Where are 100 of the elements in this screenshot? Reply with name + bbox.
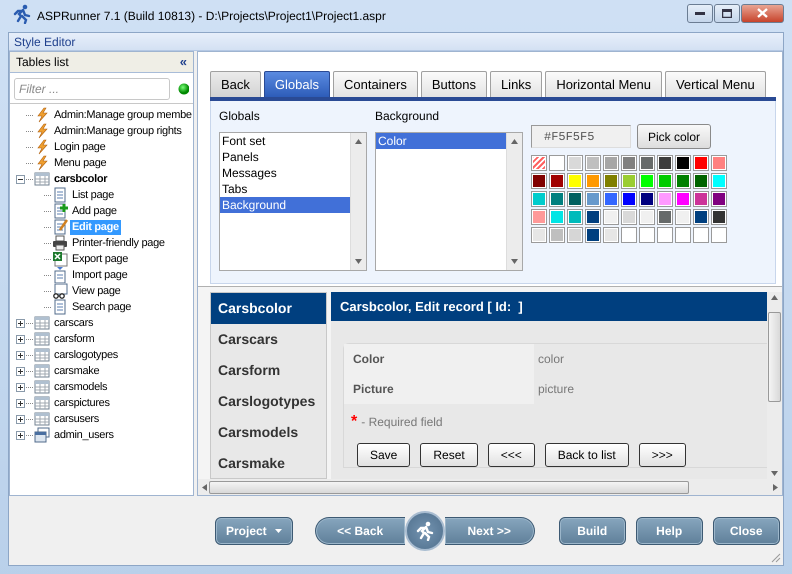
color-swatch[interactable]: [711, 191, 727, 207]
menu-item[interactable]: Carslogotypes: [211, 386, 326, 417]
tree-item[interactable]: Import page: [70, 268, 130, 282]
color-swatch[interactable]: [567, 227, 583, 243]
color-swatch[interactable]: [567, 209, 583, 225]
list-item[interactable]: Font set: [220, 133, 350, 149]
color-swatch[interactable]: [657, 173, 673, 189]
color-swatch[interactable]: [675, 173, 691, 189]
color-swatch[interactable]: [585, 155, 601, 171]
color-swatch[interactable]: [621, 227, 637, 243]
color-swatch[interactable]: [585, 191, 601, 207]
scroll-bar[interactable]: [767, 292, 782, 479]
color-swatch[interactable]: [531, 227, 547, 243]
expand-icon[interactable]: [16, 350, 25, 360]
color-swatch[interactable]: [549, 191, 565, 207]
color-swatch[interactable]: [567, 155, 583, 171]
tab[interactable]: Buttons: [420, 71, 487, 97]
tab[interactable]: Containers: [332, 71, 418, 97]
menu-item[interactable]: Carsmake: [211, 448, 326, 478]
tab[interactable]: Back: [210, 71, 261, 97]
color-swatch[interactable]: [603, 209, 619, 225]
transparent-swatch[interactable]: [531, 155, 547, 171]
color-swatch[interactable]: [549, 209, 565, 225]
tab[interactable]: Globals: [264, 71, 330, 97]
expand-icon[interactable]: [16, 398, 25, 408]
scroll-left-icon[interactable]: [202, 484, 207, 490]
tree-item[interactable]: Admin:Manage group rights: [52, 124, 184, 138]
expand-icon[interactable]: [16, 430, 25, 440]
color-swatch[interactable]: [711, 227, 727, 243]
color-swatch[interactable]: [621, 155, 637, 171]
color-swatch[interactable]: [675, 227, 691, 243]
expand-icon[interactable]: [16, 414, 25, 424]
globals-list[interactable]: Font set Panels Messages Tabs Background: [219, 132, 367, 271]
color-swatch[interactable]: [675, 191, 691, 207]
menu-item[interactable]: Carsmodels: [211, 417, 326, 448]
menu-item[interactable]: Carsform: [211, 355, 326, 386]
list-item[interactable]: Messages: [220, 165, 350, 181]
color-swatch[interactable]: [639, 209, 655, 225]
scroll-bar[interactable]: [350, 133, 366, 270]
color-swatch[interactable]: [567, 191, 583, 207]
color-swatch[interactable]: [603, 173, 619, 189]
tab[interactable]: Links: [490, 71, 542, 97]
list-item[interactable]: Background: [220, 197, 350, 213]
color-swatch[interactable]: [549, 155, 565, 171]
color-swatch[interactable]: [531, 191, 547, 207]
record-button[interactable]: <<<: [488, 443, 535, 467]
color-swatch[interactable]: [711, 155, 727, 171]
color-swatch[interactable]: [585, 173, 601, 189]
color-swatch[interactable]: [639, 173, 655, 189]
tab[interactable]: Vertical Menu: [664, 71, 766, 97]
minimize-button[interactable]: [687, 4, 713, 22]
tree-item[interactable]: carsmake: [52, 364, 102, 378]
list-item[interactable]: Color: [376, 133, 506, 149]
list-item[interactable]: Panels: [220, 149, 350, 165]
list-item[interactable]: Tabs: [220, 181, 350, 197]
color-swatch[interactable]: [531, 173, 547, 189]
tree-item[interactable]: Search page: [70, 300, 134, 314]
color-swatch[interactable]: [621, 173, 637, 189]
color-swatch[interactable]: [585, 227, 601, 243]
scroll-bar[interactable]: [506, 133, 522, 270]
record-button[interactable]: Reset: [420, 443, 478, 467]
color-swatch[interactable]: [549, 173, 565, 189]
expand-icon[interactable]: [16, 334, 25, 344]
color-swatch[interactable]: [675, 209, 691, 225]
menu-item[interactable]: Carsbcolor: [211, 293, 326, 324]
background-list[interactable]: Color: [375, 132, 523, 271]
color-swatch[interactable]: [567, 173, 583, 189]
close-button[interactable]: [741, 4, 784, 22]
color-swatch[interactable]: [639, 191, 655, 207]
color-swatch[interactable]: [693, 155, 709, 171]
maximize-button[interactable]: [714, 4, 740, 22]
tree-item[interactable]: Admin:Manage group membe: [52, 108, 193, 122]
menu-item[interactable]: Carscars: [211, 324, 326, 355]
color-swatch[interactable]: [711, 209, 727, 225]
color-swatch[interactable]: [603, 155, 619, 171]
scroll-up-icon[interactable]: [771, 295, 778, 300]
expand-icon[interactable]: [16, 318, 25, 328]
tree-item[interactable]: Add page: [70, 204, 119, 218]
tab[interactable]: Horizontal Menu: [545, 71, 662, 97]
tree-item[interactable]: admin_users: [52, 428, 116, 442]
tree-item[interactable]: carsbcolor: [52, 172, 110, 186]
color-swatch[interactable]: [639, 155, 655, 171]
color-swatch[interactable]: [657, 227, 673, 243]
tree-item[interactable]: View page: [70, 284, 122, 298]
scroll-bar[interactable]: [198, 479, 782, 495]
collapse-icon[interactable]: [16, 174, 25, 184]
resize-grip-icon[interactable]: [771, 553, 781, 563]
color-swatch[interactable]: [657, 155, 673, 171]
color-swatch[interactable]: [693, 227, 709, 243]
tree-item[interactable]: Login page: [52, 140, 108, 154]
collapse-button[interactable]: «: [180, 52, 187, 72]
tree-item[interactable]: carsform: [52, 332, 96, 346]
filter-field[interactable]: Filter ...: [14, 78, 170, 100]
tree-item[interactable]: carsusers: [52, 412, 101, 426]
color-swatch[interactable]: [693, 209, 709, 225]
scroll-down-icon[interactable]: [511, 259, 518, 264]
scroll-right-icon[interactable]: [773, 484, 778, 490]
color-swatch[interactable]: [675, 155, 691, 171]
pick-color-button[interactable]: Pick color: [637, 124, 712, 149]
color-swatch[interactable]: [639, 227, 655, 243]
